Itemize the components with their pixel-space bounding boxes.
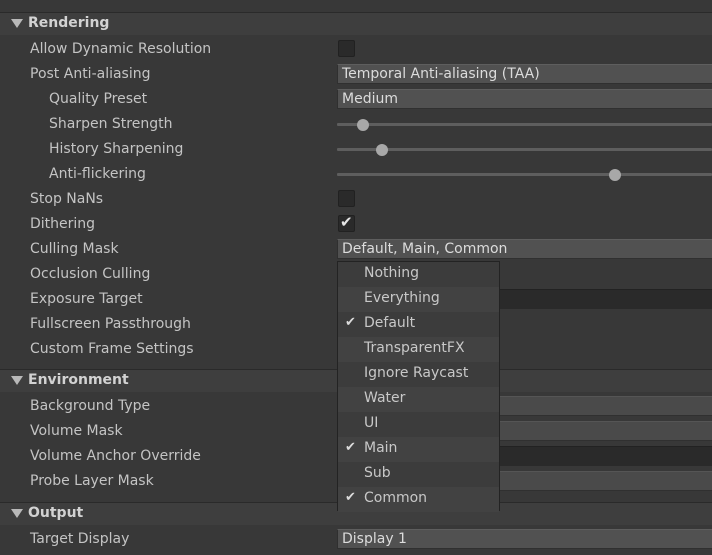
culling-mask-option[interactable]: Water [338,387,499,412]
culling-mask-label: Culling Mask [30,241,119,257]
culling-mask-option-label: Default [364,315,416,331]
exposure-target-field[interactable] [499,289,712,309]
custom-frame-settings-label: Custom Frame Settings [30,341,194,357]
section-header-rendering[interactable]: Rendering [0,13,712,35]
stop-nans-checkbox[interactable] [338,190,355,207]
fullscreen-passthrough-label: Fullscreen Passthrough [30,316,191,332]
culling-mask-option-label: Nothing [364,265,420,281]
culling-mask-option[interactable]: Sub [338,462,499,487]
culling-mask-option[interactable]: Nothing [338,262,499,287]
culling-mask-option-label: Sub [364,465,391,481]
quality-preset-value: Medium [342,91,398,107]
culling-mask-option-label: Water [364,390,406,406]
culling-mask-option-label: UI [364,415,379,431]
culling-mask-option[interactable]: TransparentFX [338,337,499,362]
background-type-label: Background Type [30,398,151,414]
sharpen-strength-label: Sharpen Strength [49,116,173,132]
quality-preset-dropdown[interactable]: Medium [337,89,712,109]
volume-mask-label: Volume Mask [30,423,123,439]
culling-mask-dropdown[interactable]: Default, Main, Common [337,239,712,259]
anti-flickering-slider-track[interactable] [337,173,712,176]
target-display-value: Display 1 [342,531,407,547]
dithering-checkbox[interactable]: ✔ [338,213,355,232]
section-title: Output [28,505,84,521]
checkmark-icon: ✔ [340,213,353,231]
foldout-triangle-icon[interactable] [11,509,23,518]
checkmark-icon: ✔ [345,315,356,330]
culling-mask-option[interactable]: UI [338,412,499,437]
post-anti-aliasing-label: Post Anti-aliasing [30,66,151,82]
allow-dynamic-resolution-checkbox[interactable] [338,40,355,57]
sharpen-strength-slider-thumb[interactable] [357,119,370,131]
probe-layer-mask-dropdown[interactable] [499,471,712,491]
quality-preset-label: Quality Preset [49,91,148,107]
culling-mask-option-label: Ignore Raycast [364,365,469,381]
post-anti-aliasing-dropdown[interactable]: Temporal Anti-aliasing (TAA) [337,64,712,84]
history-sharpening-slider-track[interactable] [337,148,712,151]
probe-layer-mask-label: Probe Layer Mask [30,473,154,489]
checkmark-icon: ✔ [345,440,356,455]
section-title: Rendering [28,15,110,31]
culling-mask-option-label: Main [364,440,398,456]
culling-mask-option-label: Everything [364,290,440,306]
culling-mask-value: Default, Main, Common [342,241,508,257]
post-anti-aliasing-value: Temporal Anti-aliasing (TAA) [342,66,540,82]
history-sharpening-slider-thumb[interactable] [376,144,388,156]
background-type-dropdown[interactable] [499,396,712,416]
volume-mask-dropdown[interactable] [499,421,712,441]
allow-dynamic-resolution-label: Allow Dynamic Resolution [30,41,212,57]
sharpen-strength-slider-track[interactable] [337,123,712,126]
occlusion-culling-label: Occlusion Culling [30,266,151,282]
dithering-label: Dithering [30,216,96,232]
anti-flickering-label: Anti-flickering [49,166,146,182]
volume-anchor-override-field[interactable] [499,446,712,466]
culling-mask-option-label: Common [364,490,428,506]
checkmark-icon: ✔ [345,490,356,505]
stop-nans-label: Stop NaNs [30,191,104,207]
culling-mask-option-label: TransparentFX [364,340,465,356]
section-title: Environment [28,372,129,388]
culling-mask-option[interactable]: Ignore Raycast [338,362,499,387]
history-sharpening-label: History Sharpening [49,141,184,157]
culling-mask-option[interactable]: ✔ Main [338,437,499,462]
volume-anchor-override-label: Volume Anchor Override [30,448,201,464]
culling-mask-popup: Nothing Everything ✔ Default TransparentFX Ig… [337,261,500,512]
foldout-triangle-icon[interactable] [11,19,23,28]
culling-mask-option[interactable]: ✔ Common [338,487,499,512]
exposure-target-label: Exposure Target [30,291,143,307]
foldout-triangle-icon[interactable] [11,376,23,385]
culling-mask-option[interactable]: ✔ Default [338,312,499,337]
culling-mask-option[interactable]: Everything [338,287,499,312]
anti-flickering-slider-thumb[interactable] [608,169,621,181]
target-display-label: Target Display [30,531,130,547]
target-display-dropdown[interactable]: Display 1 [337,529,712,549]
